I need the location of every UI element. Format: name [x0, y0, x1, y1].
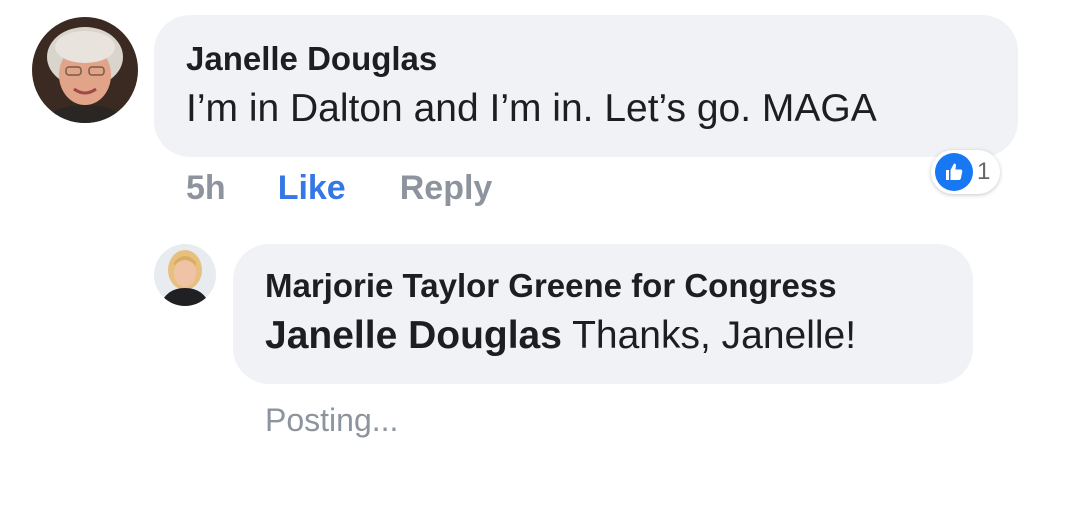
- mention-link[interactable]: Janelle Douglas: [265, 314, 562, 357]
- profile-photo-marjorie: [154, 244, 216, 306]
- reaction-badge[interactable]: 1: [931, 150, 1001, 194]
- posting-status: Posting...: [265, 402, 399, 438]
- reply-button[interactable]: Reply: [400, 169, 493, 208]
- comment-text: I’m in Dalton and I’m in. Let’s go. MAGA: [186, 87, 877, 130]
- comment-author[interactable]: Janelle Douglas: [186, 39, 986, 79]
- comment-actions: 5h Like Reply: [186, 166, 492, 210]
- avatar[interactable]: [32, 17, 138, 123]
- avatar[interactable]: [154, 244, 216, 306]
- like-button[interactable]: Like: [278, 169, 346, 208]
- reaction-count: 1: [977, 158, 991, 185]
- reply-message: Thanks, Janelle!: [561, 314, 857, 357]
- reply-bubble: Marjorie Taylor Greene for Congress Jane…: [233, 244, 973, 384]
- comment-timestamp[interactable]: 5h: [186, 169, 226, 208]
- comment-bubble: Janelle Douglas I’m in Dalton and I’m in…: [154, 15, 1018, 157]
- profile-photo-janelle: [32, 17, 138, 123]
- reply-author[interactable]: Marjorie Taylor Greene for Congress: [265, 266, 941, 306]
- reply-text: Janelle Douglas Thanks, Janelle!: [265, 311, 941, 361]
- thumbs-up-icon: [935, 153, 973, 191]
